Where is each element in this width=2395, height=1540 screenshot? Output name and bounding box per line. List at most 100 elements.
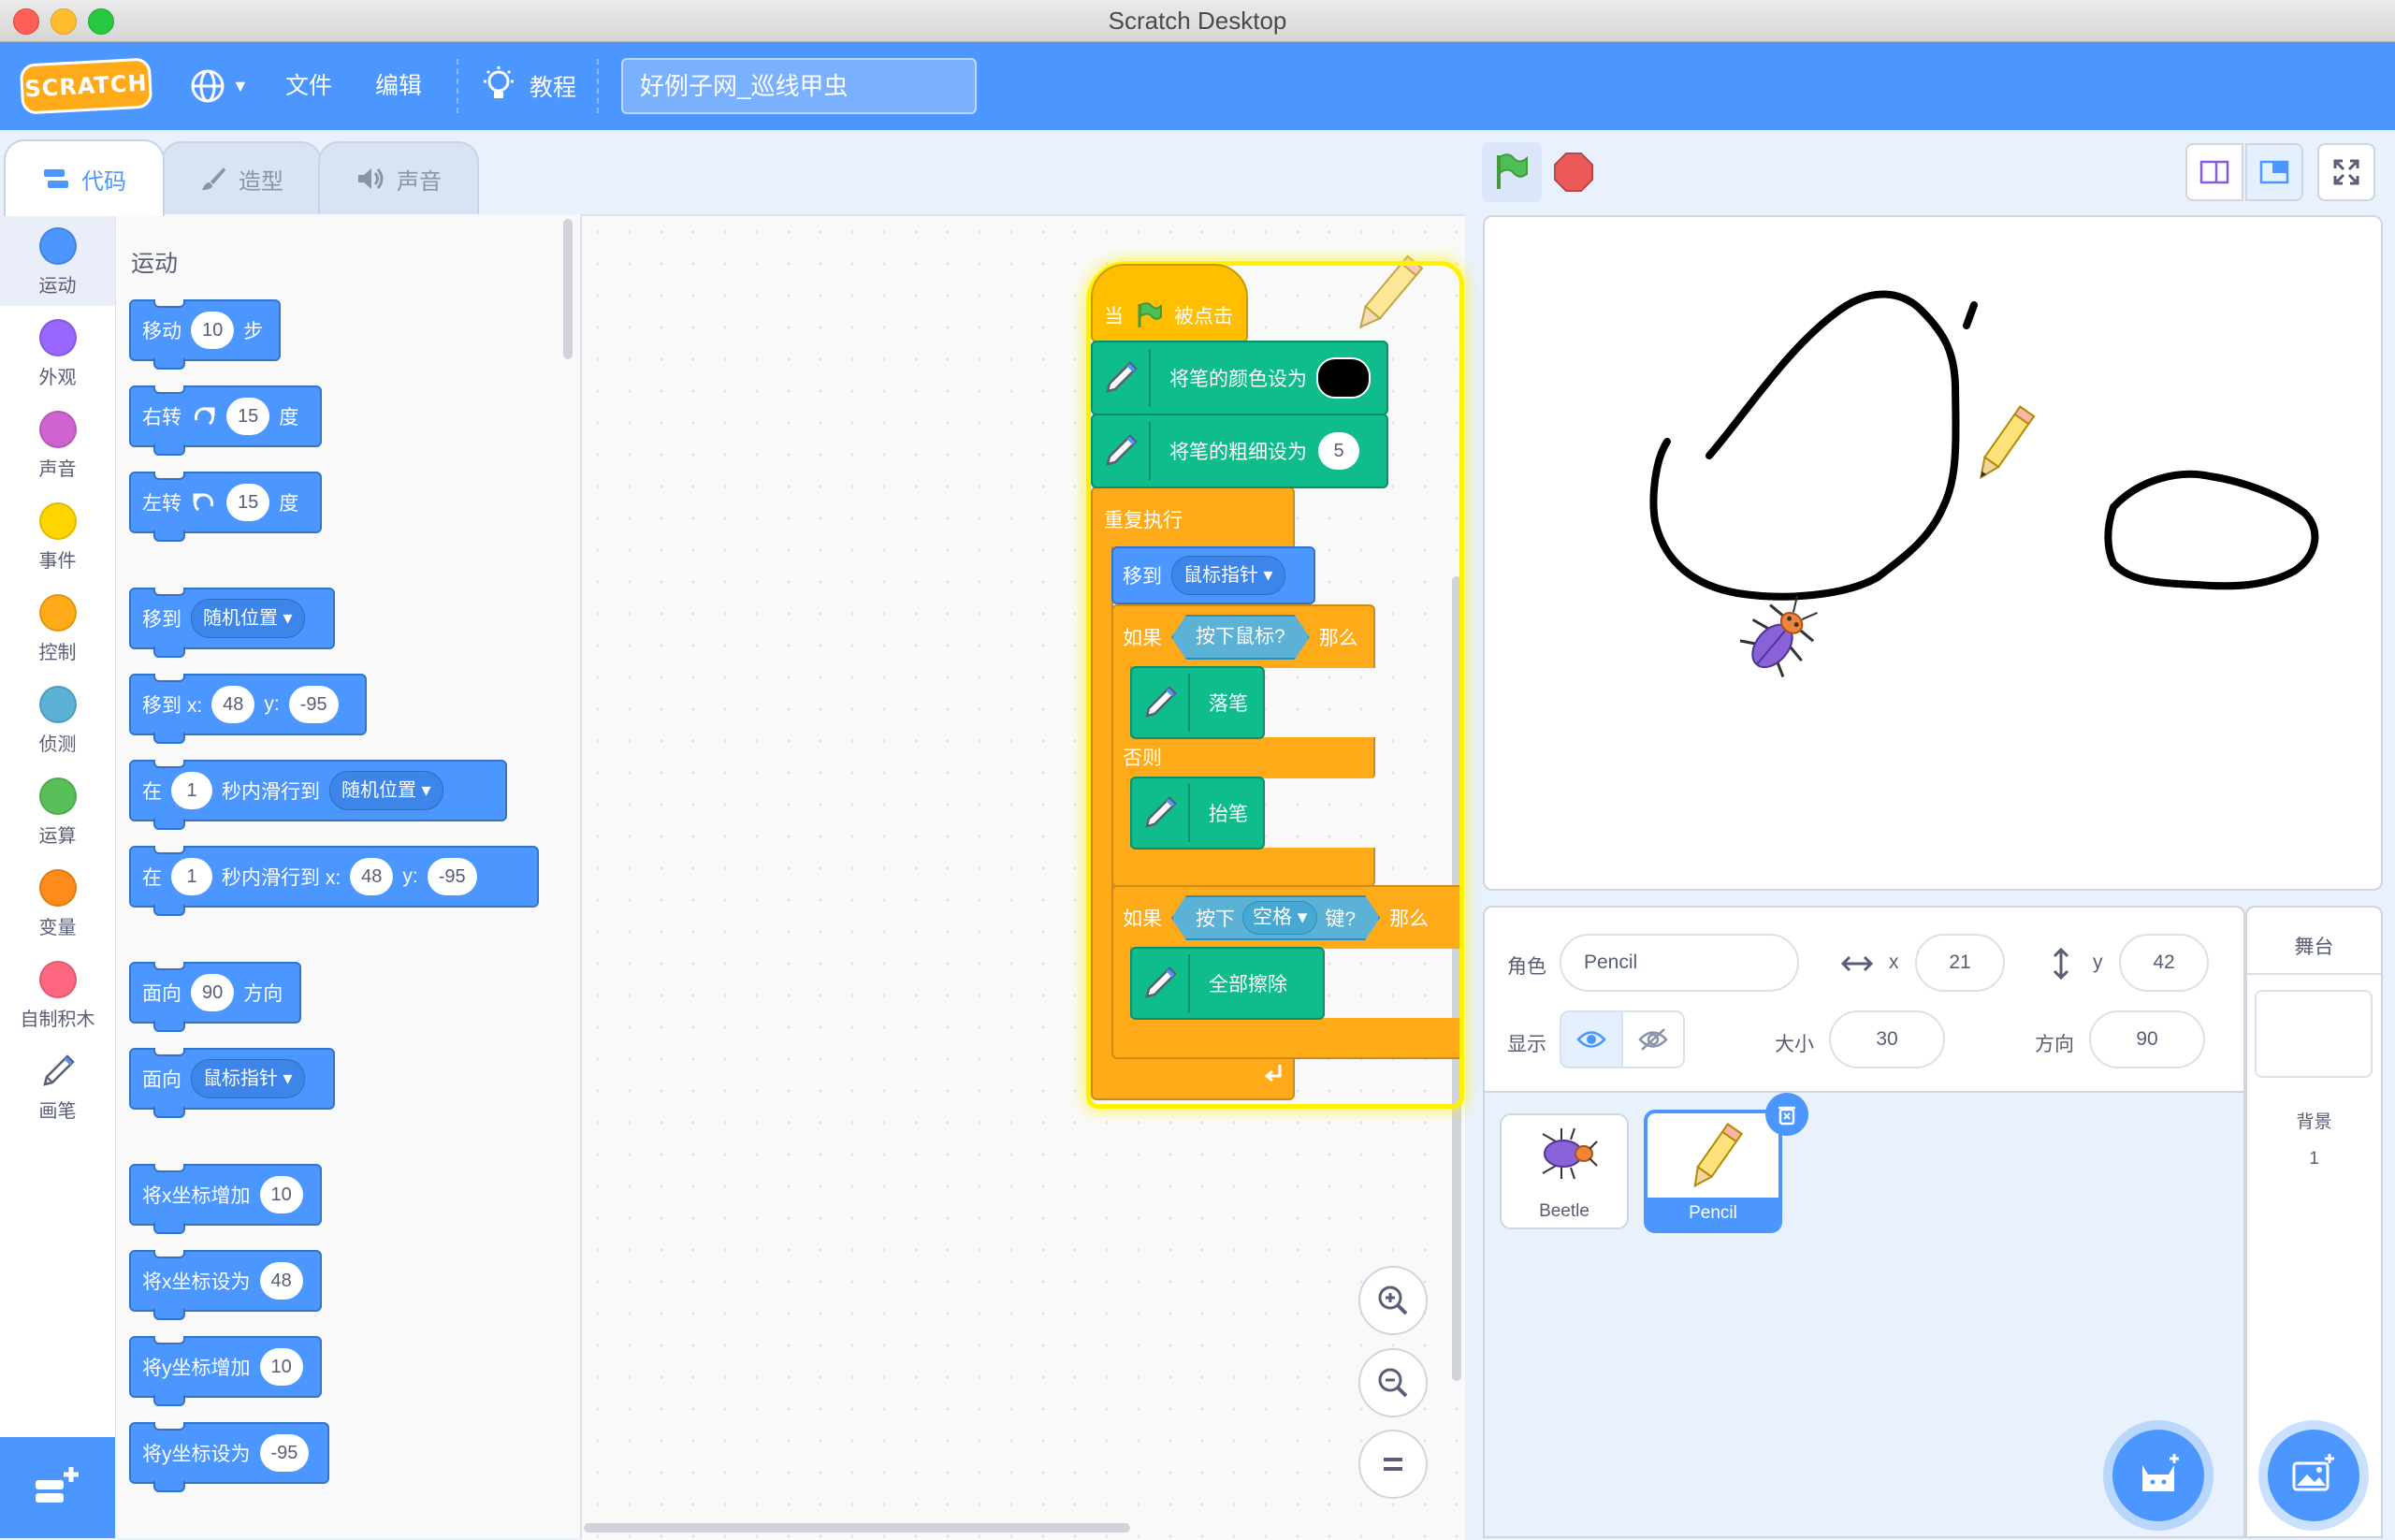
goto-target-dropdown[interactable]: 鼠标指针 (1171, 556, 1285, 595)
else-label: 否则 (1123, 748, 1162, 769)
goto-mouse-block[interactable]: 移到 鼠标指针 (1111, 546, 1315, 604)
forever-block[interactable]: 重复执行 (1091, 487, 1295, 548)
sprite-x-input[interactable]: 21 (1915, 934, 2005, 992)
goto-block[interactable]: 移到 随机位置 (129, 588, 335, 658)
backdrop-thumbnail[interactable] (2255, 990, 2373, 1078)
minimize-window-button[interactable] (51, 8, 77, 35)
x-input[interactable]: 48 (350, 858, 394, 895)
zoom-window-button[interactable] (88, 8, 114, 35)
close-window-button[interactable] (13, 8, 39, 35)
point-in-direction-block[interactable]: 面向 90 方向 (129, 962, 301, 1032)
key-pressed-condition[interactable]: 按下 空格 ▾ 键? (1171, 895, 1380, 940)
key-dropdown[interactable]: 空格 ▾ (1242, 901, 1317, 935)
goto-target-dropdown[interactable]: 随机位置 (191, 599, 305, 638)
sprite-y-input[interactable]: 42 (2119, 934, 2209, 992)
small-stage-icon (2199, 160, 2229, 184)
zoom-in-button[interactable] (1358, 1266, 1428, 1335)
sprite-thumbnail-beetle[interactable]: Beetle (1500, 1113, 1629, 1229)
change-x-input[interactable]: 10 (259, 1176, 303, 1213)
stage-canvas[interactable] (1483, 215, 2383, 891)
stop-button[interactable] (1549, 148, 1598, 196)
choose-sprite-button[interactable] (2112, 1430, 2204, 1521)
degrees-input[interactable]: 15 (226, 484, 270, 521)
loop-arrow-icon (1264, 1065, 1282, 1082)
scratch-logo[interactable]: SCRATCH (19, 57, 153, 115)
zoom-reset-button[interactable] (1358, 1430, 1428, 1499)
if-else-block[interactable]: 如果 按下鼠标? 那么 (1111, 604, 1375, 668)
green-flag-button[interactable] (1482, 142, 1542, 202)
mouse-down-condition[interactable]: 按下鼠标? (1171, 615, 1310, 660)
pen-size-input[interactable]: 5 (1318, 432, 1359, 470)
category-operators[interactable]: 运算 (0, 764, 115, 856)
y-input[interactable]: -95 (427, 858, 477, 895)
show-sprite-button[interactable] (1560, 1010, 1623, 1068)
steps-input[interactable]: 10 (191, 312, 235, 349)
category-variables[interactable]: 变量 (0, 856, 115, 948)
category-events[interactable]: 事件 (0, 489, 115, 581)
glide-xy-block[interactable]: 在 1 秒内滑行到 x: 48 y: -95 (129, 846, 539, 916)
change-y-input[interactable]: 10 (259, 1348, 303, 1386)
category-motion[interactable]: 运动 (0, 214, 115, 306)
set-pen-color-block[interactable]: 将笔的颜色设为 (1091, 341, 1388, 415)
pen-down-block[interactable]: 落笔 (1130, 666, 1265, 739)
change-x-block[interactable]: 将x坐标增加 10 (129, 1164, 322, 1234)
category-sound[interactable]: 声音 (0, 398, 115, 489)
delete-sprite-button[interactable] (1765, 1093, 1808, 1136)
turn-left-block[interactable]: 左转 15 度 (129, 472, 322, 542)
category-my-blocks[interactable]: 自制积木 (0, 948, 115, 1039)
category-control[interactable]: 控制 (0, 581, 115, 673)
y-input[interactable]: -95 (288, 686, 339, 723)
change-y-block[interactable]: 将y坐标增加 10 (129, 1336, 322, 1406)
turn-right-block[interactable]: 右转 15 度 (129, 385, 322, 456)
move-steps-block[interactable]: 移动 10 步 (129, 299, 281, 370)
tab-code[interactable]: 代码 (4, 139, 165, 216)
set-y-input[interactable]: -95 (259, 1434, 310, 1472)
set-x-input[interactable]: 48 (259, 1262, 303, 1300)
set-y-block[interactable]: 将y坐标设为 -95 (129, 1422, 329, 1492)
language-menu[interactable]: ▼ (189, 67, 254, 105)
if-key-pressed-block[interactable]: 如果 按下 空格 ▾ 键? 那么 (1111, 885, 1459, 949)
category-sensing[interactable]: 侦测 (0, 673, 115, 764)
add-backdrop-icon (2292, 1454, 2334, 1491)
pen-color-swatch[interactable] (1316, 357, 1371, 399)
edit-menu[interactable]: 编辑 (375, 42, 422, 130)
seconds-input[interactable]: 1 (171, 772, 212, 809)
sprite-direction-input[interactable]: 90 (2089, 1010, 2205, 1068)
pen-clear-block[interactable]: 全部擦除 (1130, 947, 1325, 1020)
set-x-block[interactable]: 将x坐标设为 48 (129, 1250, 322, 1320)
category-label: 自制积木 (20, 1010, 95, 1030)
add-extension-button[interactable] (0, 1437, 115, 1538)
pen-extension-icon (1132, 954, 1190, 1012)
tab-costumes[interactable]: 造型 (161, 141, 322, 214)
tab-sounds[interactable]: 声音 (318, 141, 479, 214)
when-flag-clicked-block[interactable]: 当 被点击 (1091, 264, 1248, 342)
workspace-horizontal-scrollbar[interactable] (584, 1523, 1130, 1533)
point-towards-dropdown[interactable]: 鼠标指针 (191, 1059, 305, 1098)
direction-input[interactable]: 90 (191, 974, 235, 1011)
set-pen-size-block[interactable]: 将笔的粗细设为 5 (1091, 414, 1388, 488)
file-menu[interactable]: 文件 (285, 42, 332, 130)
degrees-input[interactable]: 15 (226, 398, 270, 435)
pen-up-block[interactable]: 抬笔 (1130, 777, 1265, 850)
sprite-thumbnail-pencil[interactable]: Pencil (1644, 1110, 1782, 1233)
sprite-size-input[interactable]: 30 (1829, 1010, 1945, 1068)
project-title-input[interactable]: 好例子网_巡线甲虫 (621, 58, 977, 114)
goto-xy-block[interactable]: 移到 x: 48 y: -95 (129, 674, 367, 744)
zoom-out-button[interactable] (1358, 1348, 1428, 1417)
sprite-name-input[interactable]: Pencil (1560, 934, 1799, 992)
choose-backdrop-button[interactable] (2268, 1430, 2359, 1521)
category-looks[interactable]: 外观 (0, 306, 115, 398)
glide-to-block[interactable]: 在 1 秒内滑行到 随机位置 (129, 760, 507, 830)
block-label: 在 (142, 781, 162, 803)
hide-sprite-button[interactable] (1621, 1010, 1685, 1068)
seconds-input[interactable]: 1 (171, 858, 212, 895)
fullscreen-button[interactable] (2317, 143, 2375, 201)
glide-target-dropdown[interactable]: 随机位置 (329, 771, 443, 810)
x-input[interactable]: 48 (211, 686, 255, 723)
normal-stage-button[interactable] (2245, 143, 2303, 201)
small-stage-button[interactable] (2185, 143, 2243, 201)
tutorials-button[interactable]: 教程 (481, 65, 584, 108)
point-towards-block[interactable]: 面向 鼠标指针 (129, 1048, 335, 1118)
category-pen[interactable]: 画笔 (0, 1039, 115, 1131)
palette-scrollbar[interactable] (563, 219, 573, 359)
